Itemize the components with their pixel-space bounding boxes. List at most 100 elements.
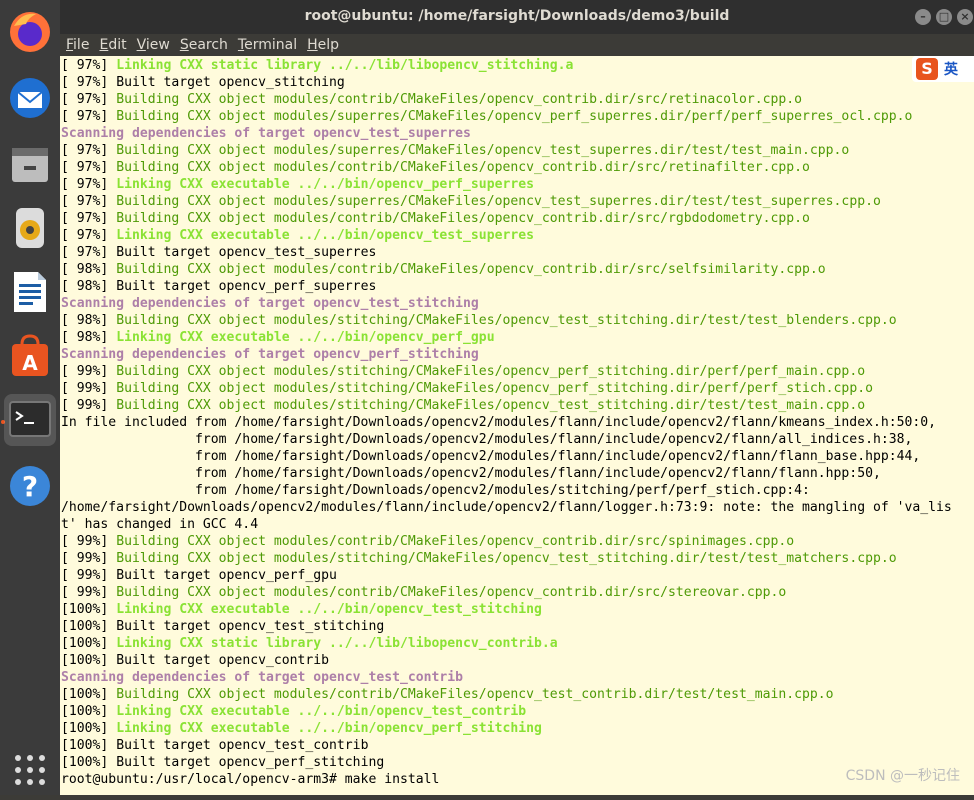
terminal-line: [100%] Built target opencv_test_stitchin… xyxy=(61,618,952,635)
firefox-icon[interactable] xyxy=(4,6,56,58)
terminal-icon[interactable] xyxy=(4,394,56,446)
menu-label-rest: dit xyxy=(108,37,127,53)
line-text: /home/farsight/Downloads/opencv2/modules… xyxy=(61,500,952,515)
line-text: Built target opencv_test_contrib xyxy=(116,738,369,753)
menu-label-rest: erminal xyxy=(244,37,298,53)
progress-prefix: [ 97%] xyxy=(61,143,117,158)
terminal-line: [ 99%] Built target opencv_perf_gpu xyxy=(61,567,952,584)
terminal-line: Scanning dependencies of target opencv_t… xyxy=(61,125,952,142)
terminal-line: Scanning dependencies of target opencv_p… xyxy=(61,346,952,363)
minimize-button[interactable]: – xyxy=(915,9,931,25)
line-text: Linking CXX executable ../../bin/opencv_… xyxy=(116,228,534,243)
line-text: Building CXX object modules/contrib/CMak… xyxy=(116,687,834,702)
menu-label-rest: earch xyxy=(188,37,228,53)
terminal-line: In file included from /home/farsight/Dow… xyxy=(61,414,952,431)
line-text: Building CXX object modules/stitching/CM… xyxy=(116,381,873,396)
thunderbird-icon[interactable] xyxy=(4,72,56,124)
terminal-output[interactable]: [ 97%] Linking CXX static library ../../… xyxy=(60,56,974,795)
menu-mnemonic: F xyxy=(66,37,74,53)
terminal-line: [100%] Linking CXX executable ../../bin/… xyxy=(61,703,952,720)
window-titlebar[interactable]: root@ubuntu: /home/farsight/Downloads/de… xyxy=(60,0,974,34)
terminal-line: [ 97%] Built target opencv_stitching xyxy=(61,74,952,91)
terminal-line: [ 97%] Linking CXX executable ../../bin/… xyxy=(61,176,952,193)
line-text: from /home/farsight/Downloads/opencv2/mo… xyxy=(61,449,921,464)
menu-bar: File Edit View Search Terminal Help xyxy=(60,34,974,56)
line-text: Building CXX object modules/stitching/CM… xyxy=(116,313,897,328)
software-center-icon[interactable]: A xyxy=(4,330,56,382)
progress-prefix: [ 97%] xyxy=(61,160,117,175)
progress-prefix: [100%] xyxy=(61,755,117,770)
menu-item-help[interactable]: Help xyxy=(307,34,339,56)
line-text: from /home/farsight/Downloads/opencv2/mo… xyxy=(61,432,913,447)
terminal-line: [ 97%] Building CXX object modules/contr… xyxy=(61,91,952,108)
line-text: Building CXX object modules/contrib/CMak… xyxy=(116,160,810,175)
progress-prefix: [ 98%] xyxy=(61,330,117,345)
terminal-line: [ 97%] Built target opencv_test_superres xyxy=(61,244,952,261)
terminal-line: [ 98%] Building CXX object modules/stitc… xyxy=(61,312,952,329)
terminal-line: root@ubuntu:/usr/local/opencv-arm3# make… xyxy=(61,771,952,788)
menu-item-view[interactable]: View xyxy=(137,34,170,56)
progress-prefix: [ 97%] xyxy=(61,228,117,243)
maximize-button[interactable]: □ xyxy=(936,9,952,25)
terminal-line: /home/farsight/Downloads/opencv2/modules… xyxy=(61,499,952,516)
progress-prefix: [ 99%] xyxy=(61,551,117,566)
progress-prefix: [100%] xyxy=(61,602,117,617)
terminal-line: [ 98%] Built target opencv_perf_superres xyxy=(61,278,952,295)
progress-prefix: [ 98%] xyxy=(61,279,117,294)
menu-item-terminal[interactable]: Terminal xyxy=(238,34,297,56)
terminal-line: from /home/farsight/Downloads/opencv2/mo… xyxy=(61,431,952,448)
line-text: Built target opencv_perf_gpu xyxy=(116,568,337,583)
terminal-line: from /home/farsight/Downloads/opencv2/mo… xyxy=(61,448,952,465)
terminal-line: [ 99%] Building CXX object modules/stitc… xyxy=(61,380,952,397)
progress-prefix: [ 99%] xyxy=(61,398,117,413)
svg-text:?: ? xyxy=(22,470,38,503)
terminal-line: [ 98%] Building CXX object modules/contr… xyxy=(61,261,952,278)
line-text: Building CXX object modules/stitching/CM… xyxy=(116,398,866,413)
menu-mnemonic: H xyxy=(307,37,318,53)
progress-prefix: [ 97%] xyxy=(61,211,117,226)
menu-item-file[interactable]: File xyxy=(66,34,89,56)
terminal-line: [ 97%] Linking CXX executable ../../bin/… xyxy=(61,227,952,244)
libreoffice-writer-icon[interactable] xyxy=(4,266,56,318)
line-text: Built target opencv_stitching xyxy=(116,75,345,90)
terminal-line: [ 97%] Building CXX object modules/contr… xyxy=(61,159,952,176)
launcher-dock: A ? xyxy=(0,0,60,795)
terminal-line: Scanning dependencies of target opencv_t… xyxy=(61,295,952,312)
rhythmbox-icon[interactable] xyxy=(4,202,56,254)
line-text: Scanning dependencies of target opencv_p… xyxy=(61,347,479,362)
progress-prefix: [ 97%] xyxy=(61,194,117,209)
terminal-line: [ 99%] Building CXX object modules/contr… xyxy=(61,533,952,550)
progress-prefix: [ 97%] xyxy=(61,245,117,260)
menu-item-search[interactable]: Search xyxy=(180,34,228,56)
progress-prefix: [100%] xyxy=(61,704,117,719)
menu-label-rest: iew xyxy=(145,37,170,53)
terminal-line: [ 97%] Linking CXX static library ../../… xyxy=(61,57,952,74)
progress-prefix: [ 98%] xyxy=(61,313,117,328)
line-text: Linking CXX executable ../../bin/opencv_… xyxy=(116,721,542,736)
input-language-label: 英 xyxy=(944,62,958,78)
menu-item-edit[interactable]: Edit xyxy=(99,34,126,56)
terminal-line: t' has changed in GCC 4.4 xyxy=(61,516,952,533)
line-text: Built target opencv_contrib xyxy=(116,653,330,668)
line-text: Building CXX object modules/contrib/CMak… xyxy=(116,262,826,277)
close-button[interactable]: × xyxy=(957,9,973,25)
line-text: from /home/farsight/Downloads/opencv2/mo… xyxy=(61,483,810,498)
progress-prefix: [ 97%] xyxy=(61,92,117,107)
window-title: root@ubuntu: /home/farsight/Downloads/de… xyxy=(304,8,730,24)
line-text: Scanning dependencies of target opencv_t… xyxy=(61,296,479,311)
files-icon[interactable] xyxy=(4,138,56,190)
line-text: Linking CXX executable ../../bin/opencv_… xyxy=(116,602,542,617)
progress-prefix: [ 99%] xyxy=(61,585,117,600)
terminal-line: [ 97%] Building CXX object modules/contr… xyxy=(61,210,952,227)
line-text: Built target opencv_perf_superres xyxy=(116,279,377,294)
menu-mnemonic: E xyxy=(99,37,109,53)
help-icon[interactable]: ? xyxy=(4,460,56,512)
terminal-line: [ 99%] Building CXX object modules/stitc… xyxy=(61,363,952,380)
svg-text:A: A xyxy=(22,351,38,375)
line-text: Scanning dependencies of target opencv_t… xyxy=(61,126,471,141)
line-text: Building CXX object modules/contrib/CMak… xyxy=(116,534,795,549)
progress-prefix: [ 99%] xyxy=(61,568,117,583)
line-text: Building CXX object modules/stitching/CM… xyxy=(116,551,897,566)
input-method-indicator[interactable]: S 英 xyxy=(912,56,974,82)
show-apps-icon[interactable] xyxy=(4,744,56,796)
